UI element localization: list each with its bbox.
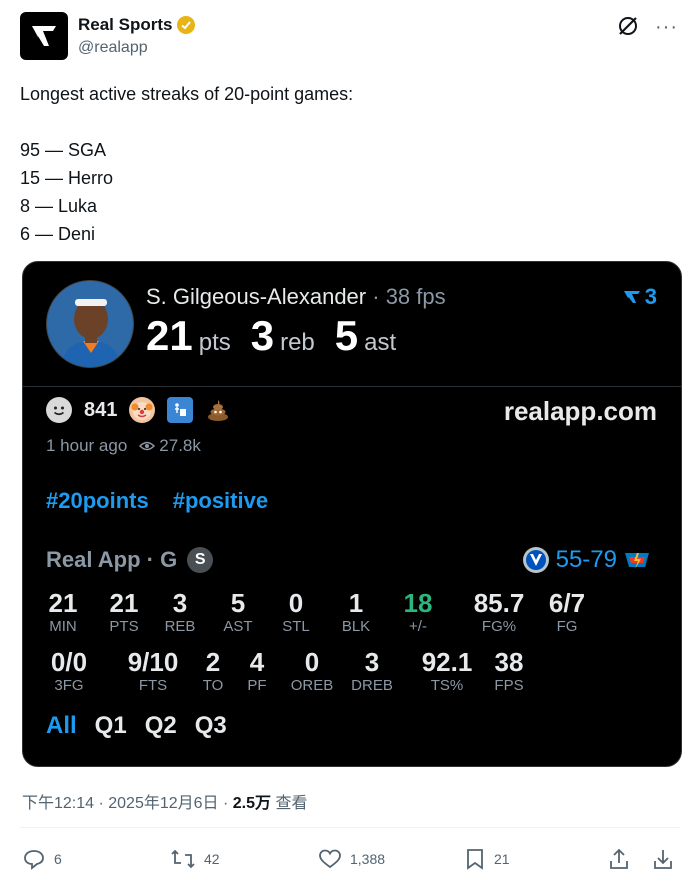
quarter-tabs: All Q1 Q2 Q3 [46,712,227,740]
game-score[interactable]: 55-79 [522,546,651,574]
rebounds-value: 3 [250,312,275,359]
stat-ast: 5 AST [223,588,253,635]
verified-badge-icon[interactable] [176,15,196,35]
view-count: 27.8k [159,436,201,455]
reply-count: 6 [54,851,62,867]
mavericks-logo-icon [522,546,550,574]
main-stats: 21 pts 3 reb 5 ast [146,312,410,360]
bookmark-count: 21 [494,851,510,867]
time-ago: 1 hour ago [46,436,128,455]
actions-divider [20,827,680,828]
account-avatar[interactable] [20,12,68,60]
like-button[interactable]: 1,388 [318,847,385,871]
stat-ts-pct: 92.1 TS% [421,647,473,694]
assists-unit: ast [364,329,397,356]
stat-to: 2 TO [202,647,224,694]
rebounds-unit: reb [280,329,315,356]
tweet-header: Real Sports @realapp ··· [20,12,680,64]
media-card[interactable]: S. Gilgeous-Alexander · 38 fps 21 pts 3 … [22,261,682,767]
trash-emoji-icon[interactable] [167,397,194,423]
reply-icon [24,850,44,870]
hashtag-positive[interactable]: #positive [173,488,268,514]
player-name-row: S. Gilgeous-Alexander · 38 fps [146,284,446,310]
stat-pts: 21 PTS [109,588,139,635]
stat-reb: 3 REB [164,588,196,635]
bookmark-button[interactable]: 21 [464,847,510,871]
stat-fps: 38 FPS [494,647,524,694]
stat-3fg: 0/0 3FG [50,647,88,694]
stat-dreb: 3 DREB [351,647,393,694]
real-sports-logo-icon [32,26,56,46]
reply-button[interactable]: 6 [22,847,62,871]
share-button[interactable] [608,847,630,871]
timestamp-views-label: 查看 [271,795,308,812]
tweet-text: Longest active streaks of 20-point games… [20,84,354,244]
tab-q3[interactable]: Q3 [195,712,227,740]
source-badge: S [187,547,214,573]
player-fps: · 38 fps [372,284,446,309]
real-badge-count: 3 [644,284,657,309]
stat-oreb: 0 OREB [290,647,334,694]
real-badge[interactable]: 3 [623,284,657,310]
more-icon[interactable]: ··· [655,16,678,39]
stat-fts: 9/10 FTS [127,647,179,694]
stat-fg-pct: 85.7 FG% [473,588,525,635]
like-icon [319,849,341,869]
source-label: Real App · G [46,547,178,572]
share-icon [610,848,628,869]
stat-min: 21 MIN [48,588,78,635]
tweet-timestamp: 下午12:14 · 2025年12月6日 · 2.5万 查看 [22,789,307,813]
player-photo [46,280,134,368]
download-button[interactable] [652,847,674,871]
score-value: 55-79 [555,546,617,573]
source-row: Real App · G S [46,547,214,573]
assists-value: 5 [334,312,359,359]
stat-plus-minus: 18 +/- [403,588,433,635]
hashtag-20points[interactable]: #20points [46,488,149,514]
real-logo-icon [623,291,640,303]
tab-q2[interactable]: Q2 [145,712,177,740]
hashtags: #20points #positive [46,488,268,514]
points-value: 21 [146,312,193,359]
player-name: S. Gilgeous-Alexander [146,284,367,309]
tab-all[interactable]: All [46,712,77,740]
account-name[interactable]: Real Sports [78,15,172,35]
card-divider [23,386,681,387]
eye-icon [139,441,156,451]
stat-fg: 6/7 FG [548,588,586,635]
points-unit: pts [198,329,231,356]
stat-blk: 1 BLK [341,588,371,635]
site-link[interactable]: realapp.com [504,396,657,427]
repost-icon [171,849,195,869]
repost-button[interactable]: 42 [170,847,220,871]
repost-count: 42 [204,851,220,867]
like-count: 1,388 [350,851,386,867]
stat-pf: 4 PF [247,647,267,694]
reactions: 841 [46,397,231,423]
card-views: 27.8k [139,436,201,456]
stat-stl: 0 STL [282,588,310,635]
tab-q1[interactable]: Q1 [95,712,127,740]
poop-emoji-icon[interactable] [205,397,231,423]
bookmark-icon [467,849,483,870]
account-handle[interactable]: @realapp [78,39,148,57]
clown-emoji-icon[interactable] [129,397,156,423]
timestamp-text[interactable]: 下午12:14 · 2025年12月6日 · [22,795,233,812]
smile-emoji-icon[interactable] [46,397,72,423]
thunder-logo-icon [623,546,651,574]
grok-icon[interactable] [616,14,640,43]
timestamp-views: 2.5万 [232,795,272,812]
card-meta: 1 hour ago 27.8k [46,436,201,456]
action-bar: 6 42 1,388 21 [22,845,682,873]
reaction-count: 841 [84,398,118,421]
download-icon [654,850,672,869]
